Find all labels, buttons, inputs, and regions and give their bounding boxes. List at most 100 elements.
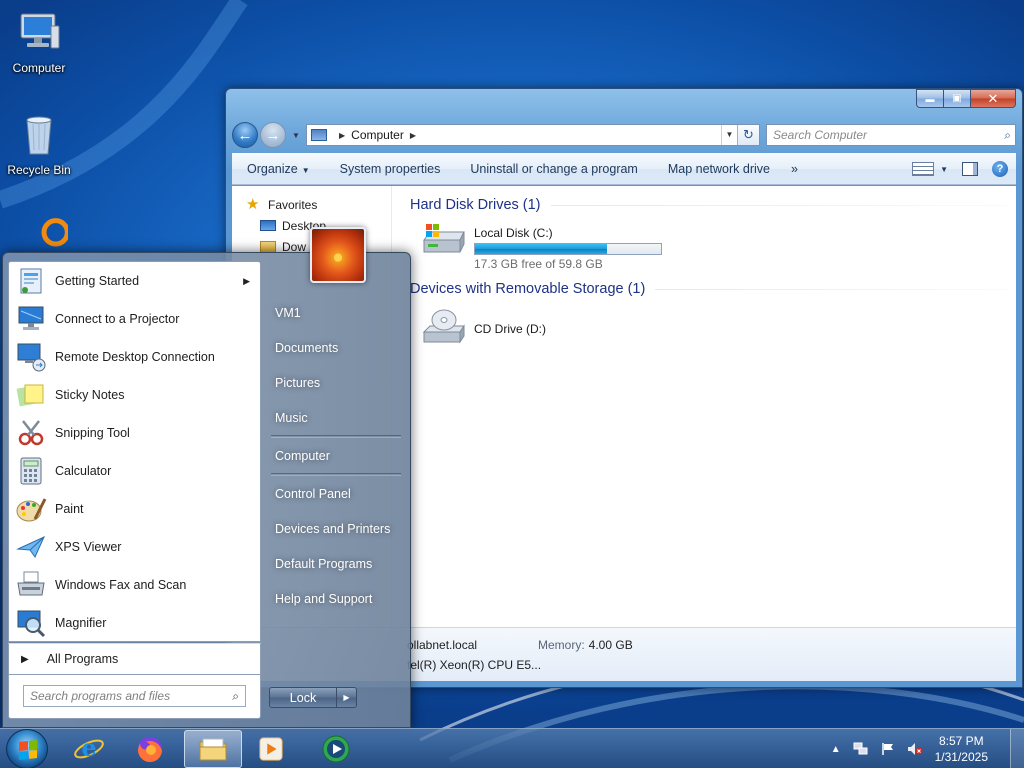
show-hidden-icons-icon[interactable]: ▲ [831, 744, 841, 755]
drive-c-usage-bar [474, 243, 662, 255]
details-processor: tel(R) Xeon(R) CPU E5... [407, 658, 542, 672]
media-center-icon [322, 735, 350, 763]
chevron-down-icon: ▼ [301, 166, 310, 175]
taskbar-internet-explorer[interactable]: e [60, 730, 118, 768]
program-calculator[interactable]: Calculator [9, 452, 260, 490]
system-properties-button[interactable]: System properties [325, 162, 456, 176]
recycle-bin-icon [26, 116, 52, 155]
volume-muted-icon[interactable] [907, 742, 923, 756]
desktop-icon-computer[interactable]: Computer [1, 8, 77, 75]
snipping-tool-icon [18, 420, 44, 446]
breadcrumb-computer[interactable]: Computer [351, 128, 404, 142]
drive-c[interactable]: Local Disk (C:) 17.3 GB free of 59.8 GB [420, 220, 1006, 272]
start-search-input[interactable]: Search programs and files ⌕ [23, 685, 246, 707]
start-item-control-panel[interactable]: Control Panel [265, 476, 407, 511]
program-xps-viewer[interactable]: XPS Viewer [9, 528, 260, 566]
start-item-devices-printers[interactable]: Devices and Printers [265, 511, 407, 546]
address-dropdown-icon[interactable]: ▼ [721, 125, 737, 145]
start-item-help-support[interactable]: Help and Support [265, 581, 407, 616]
command-bar: Organize ▼ System properties Uninstall or… [232, 153, 1016, 185]
search-icon[interactable]: ⌕ [232, 689, 239, 704]
removable-storage-group-header[interactable]: Devices with Removable Storage (1) [410, 278, 1006, 300]
calculator-icon [20, 457, 42, 485]
search-icon[interactable]: ⌕ [1004, 128, 1011, 143]
breadcrumb-arrow-icon[interactable]: ▶ [339, 131, 345, 140]
organize-button[interactable]: Organize ▼ [232, 162, 325, 176]
svg-text:e: e [81, 733, 96, 762]
program-snipping-tool[interactable]: Snipping Tool [9, 414, 260, 452]
magnifier-icon [17, 610, 46, 638]
program-getting-started[interactable]: Getting Started ▶ [9, 262, 260, 300]
clock[interactable]: 8:57 PM 1/31/2025 [935, 733, 988, 765]
shutdown-options-arrow-icon[interactable]: ▶ [337, 687, 357, 708]
forward-button[interactable]: → [260, 122, 286, 148]
taskbar-media-center[interactable] [307, 730, 365, 768]
taskbar-file-explorer[interactable] [184, 730, 242, 768]
program-fax-scan[interactable]: Windows Fax and Scan [9, 566, 260, 604]
program-sticky-notes[interactable]: Sticky Notes [9, 376, 260, 414]
preview-pane-icon[interactable] [962, 162, 978, 176]
start-menu-right-pane: VM1 Documents Pictures Music Computer Co… [265, 295, 407, 616]
start-item-default-programs[interactable]: Default Programs [265, 546, 407, 581]
taskbar-media-player[interactable] [242, 730, 300, 768]
change-view-button[interactable]: ▼ [912, 162, 948, 176]
clock-time: 8:57 PM [938, 734, 984, 748]
program-remote-desktop[interactable]: Remote Desktop Connection [9, 338, 260, 376]
sticky-notes-icon [16, 384, 44, 407]
start-item-documents[interactable]: Documents [265, 330, 407, 365]
paint-icon [16, 498, 47, 522]
desktop-icon-recycle-bin[interactable]: Recycle Bin [1, 110, 77, 177]
file-explorer-icon [199, 738, 227, 761]
orange-ring-icon [41, 218, 70, 247]
user-picture[interactable] [310, 227, 366, 283]
desktop-icon-app[interactable] [6, 214, 82, 254]
minimize-button[interactable]: ▬ [916, 89, 943, 108]
help-icon[interactable]: ? [992, 161, 1008, 177]
divider [550, 204, 1006, 206]
details-domain: ollabnet.local [407, 638, 478, 652]
hard-disk-group-header[interactable]: Hard Disk Drives (1) [410, 194, 1006, 216]
remote-desktop-icon [17, 343, 46, 372]
taskbar-firefox[interactable] [121, 730, 179, 768]
computer-small-icon [311, 129, 327, 141]
submenu-arrow-icon: ▶ [243, 275, 250, 286]
address-bar[interactable]: ▶ Computer ▶ ▼ ↻ [306, 124, 760, 146]
media-player-icon [259, 737, 283, 761]
search-input[interactable]: Search Computer ⌕ [766, 124, 1016, 146]
nav-favorites[interactable]: ★ Favorites [232, 194, 391, 215]
start-item-user-folder[interactable]: VM1 [265, 295, 407, 330]
maximize-button[interactable]: ▣ [943, 89, 970, 108]
drive-c-usage-fill [475, 244, 608, 254]
show-desktop-button[interactable] [1010, 729, 1024, 768]
address-row: ← → ▼ ▶ Computer ▶ ▼ ↻ Search Computer ⌕ [232, 121, 1016, 149]
windows-logo-icon [19, 740, 37, 760]
uninstall-program-button[interactable]: Uninstall or change a program [455, 162, 652, 176]
all-programs-button[interactable]: ▶ All Programs [8, 643, 261, 675]
drive-d[interactable]: CD Drive (D:) [420, 308, 1006, 360]
program-connect-projector[interactable]: Connect to a Projector [9, 300, 260, 338]
fax-scan-icon [17, 571, 45, 596]
projector-icon [18, 306, 44, 330]
recent-pages-dropdown[interactable]: ▼ [292, 131, 300, 140]
firefox-icon [137, 737, 162, 763]
more-commands-button[interactable]: » [785, 162, 804, 176]
close-button[interactable]: ✕ [970, 89, 1016, 108]
start-item-computer[interactable]: Computer [265, 438, 407, 473]
refresh-icon[interactable]: ↻ [737, 125, 759, 145]
start-item-pictures[interactable]: Pictures [265, 365, 407, 400]
action-center-flag-icon[interactable] [881, 742, 895, 756]
start-item-music[interactable]: Music [265, 400, 407, 435]
program-paint[interactable]: Paint [9, 490, 260, 528]
triangle-right-icon: ▶ [21, 653, 29, 665]
network-icon[interactable] [853, 742, 869, 756]
start-search-area: Search programs and files ⌕ [8, 675, 261, 719]
map-network-drive-button[interactable]: Map network drive [653, 162, 785, 176]
breadcrumb-arrow-icon[interactable]: ▶ [410, 131, 416, 140]
lock-button[interactable]: Lock [269, 687, 337, 708]
divider [655, 288, 1006, 290]
start-button[interactable] [6, 729, 48, 768]
cd-drive-icon [422, 309, 465, 344]
xps-viewer-icon [16, 535, 46, 558]
program-magnifier[interactable]: Magnifier [9, 604, 260, 642]
back-button[interactable]: ← [232, 122, 258, 148]
